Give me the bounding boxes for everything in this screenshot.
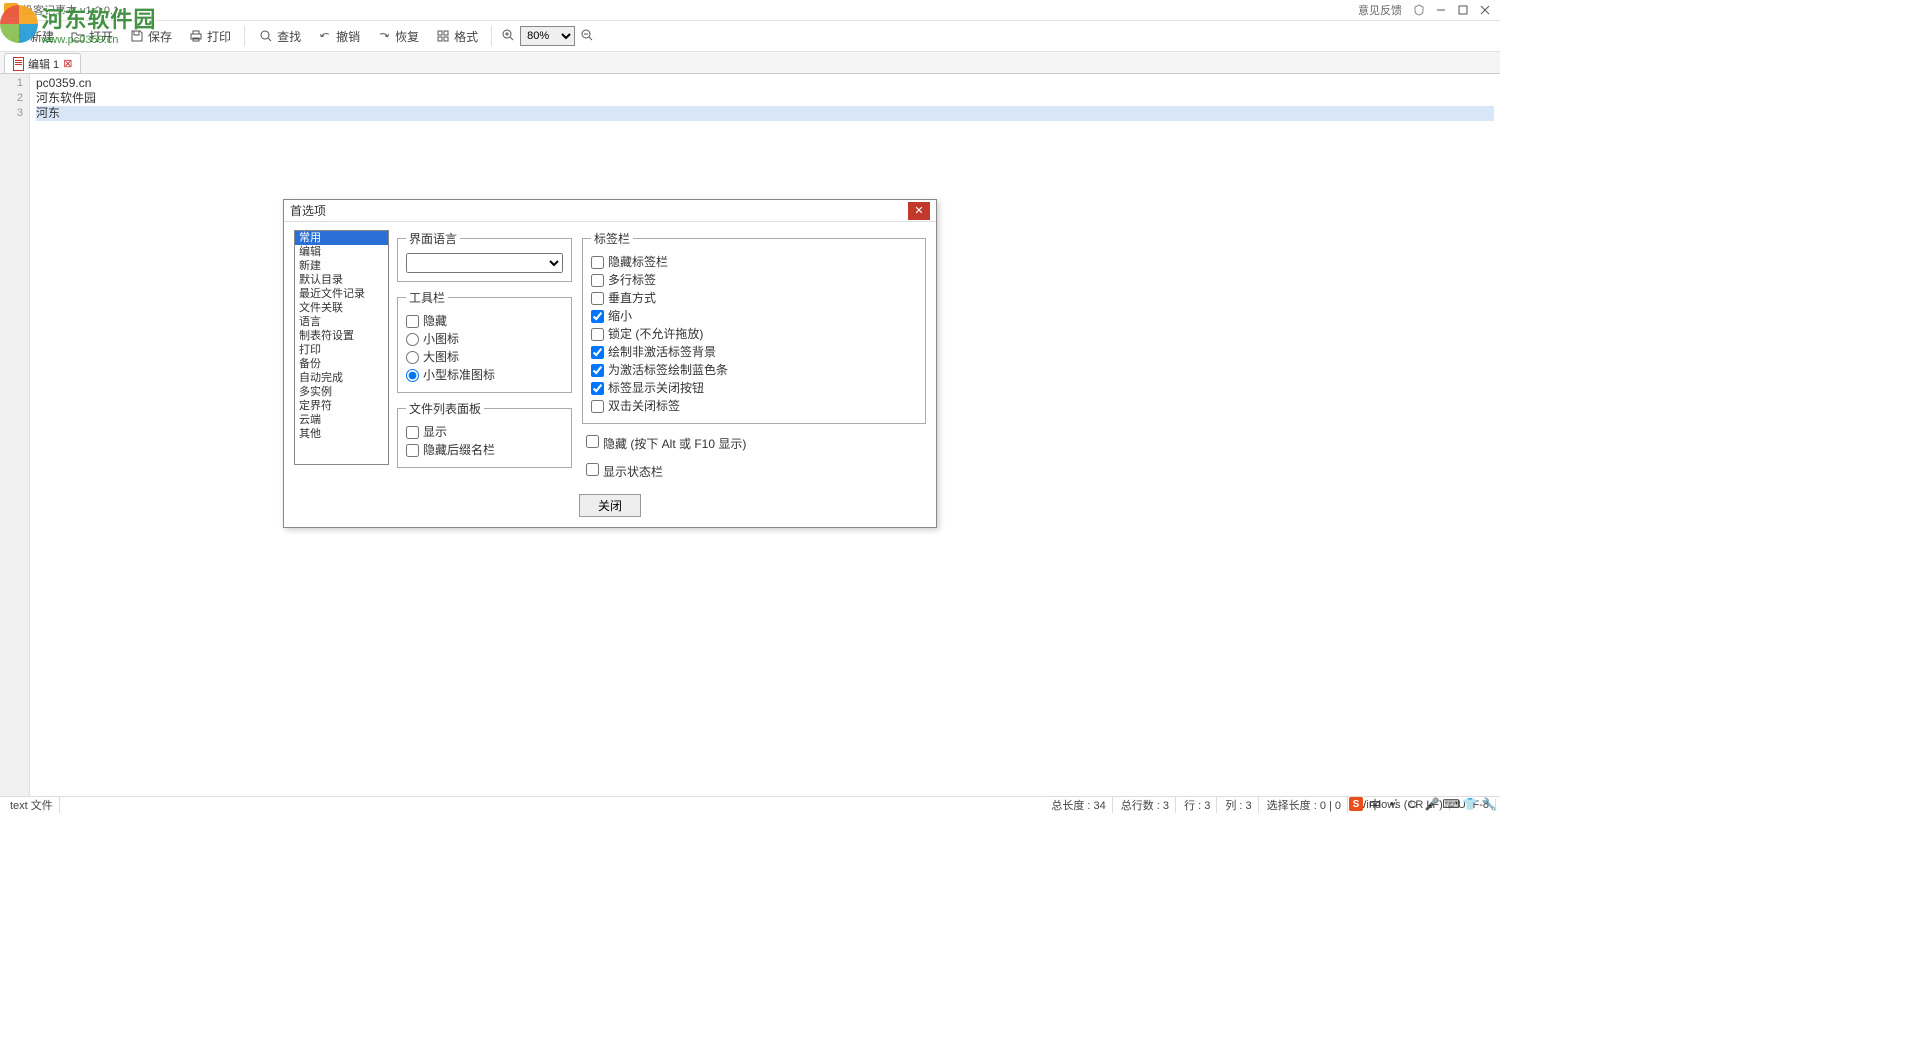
save-button[interactable]: 保存	[124, 25, 177, 48]
folder-icon	[70, 28, 86, 44]
category-item[interactable]: 新建	[295, 259, 388, 273]
category-item[interactable]: 制表符设置	[295, 329, 388, 343]
tray-icon[interactable]: 🎤	[1425, 797, 1439, 811]
tabbar-multiline-check[interactable]: 多行标签	[591, 271, 917, 289]
dialog-close-button[interactable]: ✕	[908, 202, 930, 220]
tray-icon[interactable]: ⌨	[1444, 797, 1458, 811]
hide-menu-check[interactable]: 隐藏 (按下 Alt 或 F10 显示)	[586, 435, 926, 452]
ui-language-select[interactable]	[406, 253, 563, 273]
category-item[interactable]: 多实例	[295, 385, 388, 399]
app-title: 极客记事本 v1.0.0.1	[22, 2, 119, 18]
tab-close-icon[interactable]: ⊠	[63, 57, 72, 70]
tabbar-drawinactive-check[interactable]: 绘制非激活标签背景	[591, 343, 917, 361]
category-item[interactable]: 备份	[295, 357, 388, 371]
toolbar-group: 工具栏 隐藏 小图标 大图标 小型标准图标	[397, 289, 572, 393]
dialog-close-footer-button[interactable]: 关闭	[579, 494, 641, 517]
open-button[interactable]: 打开	[65, 25, 118, 48]
redo-button[interactable]: 恢复	[371, 25, 424, 48]
filelist-show-check[interactable]: 显示	[406, 423, 563, 441]
preferences-dialog: 首选项 ✕ 常用编辑新建默认目录最近文件记录文件关联语言制表符设置打印备份自动完…	[283, 199, 937, 528]
category-item[interactable]: 云端	[295, 413, 388, 427]
tabbar-group: 标签栏 隐藏标签栏 多行标签 垂直方式 缩小 锁定 (不允许拖放) 绘制非激活标…	[582, 230, 926, 424]
line-gutter: 1 2 3	[0, 74, 30, 796]
tray-icon[interactable]: ☺	[1406, 797, 1420, 811]
tray-icon[interactable]: 👕	[1463, 797, 1477, 811]
category-item[interactable]: 打印	[295, 343, 388, 357]
minimize-button[interactable]	[1430, 1, 1452, 19]
plus-circle-icon	[11, 28, 27, 44]
category-item[interactable]: 常用	[295, 231, 388, 245]
tabbar-hide-check[interactable]: 隐藏标签栏	[591, 253, 917, 271]
status-total-lines: 总行数 : 3	[1115, 797, 1176, 813]
status-col: 列 : 3	[1219, 797, 1258, 813]
category-item[interactable]: 自动完成	[295, 371, 388, 385]
tray-icon[interactable]: 🔧	[1482, 797, 1496, 811]
category-item[interactable]: 其他	[295, 427, 388, 441]
statusbar: text 文件 总长度 : 34 总行数 : 3 行 : 3 列 : 3 选择长…	[0, 796, 1500, 812]
new-button[interactable]: 新建	[6, 25, 59, 48]
find-button[interactable]: 查找	[253, 25, 306, 48]
filelist-hideext-check[interactable]: 隐藏后缀名栏	[406, 441, 563, 459]
maximize-button[interactable]	[1452, 1, 1474, 19]
print-button[interactable]: 打印	[183, 25, 236, 48]
category-item[interactable]: 语言	[295, 315, 388, 329]
system-tray: S 中 •⁚ ☺ 🎤 ⌨ 👕 🔧	[1349, 796, 1496, 812]
category-item[interactable]: 最近文件记录	[295, 287, 388, 301]
tabbar-dblclose-check[interactable]: 双击关闭标签	[591, 397, 917, 415]
redo-icon	[376, 28, 392, 44]
grid-icon	[435, 28, 451, 44]
ime-icon[interactable]: S	[1349, 797, 1363, 811]
tray-icon[interactable]: •⁚	[1387, 797, 1401, 811]
tray-icon[interactable]: 中	[1368, 797, 1382, 811]
category-item[interactable]: 文件关联	[295, 301, 388, 315]
category-item[interactable]: 默认目录	[295, 273, 388, 287]
document-icon	[13, 57, 24, 71]
category-item[interactable]: 编辑	[295, 245, 388, 259]
zoom-in-icon[interactable]	[500, 27, 516, 46]
tabbar-vertical-check[interactable]: 垂直方式	[591, 289, 917, 307]
undo-icon	[317, 28, 333, 44]
shield-icon[interactable]	[1408, 1, 1430, 19]
zoom-select[interactable]: 80%	[520, 26, 575, 46]
save-icon	[129, 28, 145, 44]
search-icon	[258, 28, 274, 44]
tabbar: 编辑 1 ⊠	[0, 52, 1500, 74]
status-filetype: text 文件	[4, 797, 60, 813]
tabbar-blueactive-check[interactable]: 为激活标签绘制蓝色条	[591, 361, 917, 379]
dialog-title: 首选项	[290, 202, 326, 219]
toolbar-hide-check[interactable]: 隐藏	[406, 312, 563, 330]
app-icon	[4, 3, 18, 17]
category-item[interactable]: 定界符	[295, 399, 388, 413]
status-total-length: 总长度 : 34	[1045, 797, 1112, 813]
tabbar-shrink-check[interactable]: 缩小	[591, 307, 917, 325]
feedback-link[interactable]: 意见反馈	[1358, 2, 1402, 18]
close-button[interactable]	[1474, 1, 1496, 19]
toolbar-large-radio[interactable]: 大图标	[406, 348, 563, 366]
toolbar: 新建 打开 保存 打印 查找 撤销 恢复 格式 80%	[0, 20, 1500, 52]
toolbar-small-radio[interactable]: 小图标	[406, 330, 563, 348]
filelist-group: 文件列表面板 显示 隐藏后缀名栏	[397, 400, 572, 468]
zoom-out-icon[interactable]	[579, 27, 595, 46]
tabbar-lock-check[interactable]: 锁定 (不允许拖放)	[591, 325, 917, 343]
ui-language-group: 界面语言	[397, 230, 572, 282]
printer-icon	[188, 28, 204, 44]
tabbar-showclose-check[interactable]: 标签显示关闭按钮	[591, 379, 917, 397]
show-status-check[interactable]: 显示状态栏	[586, 463, 926, 480]
undo-button[interactable]: 撤销	[312, 25, 365, 48]
tab-edit-1[interactable]: 编辑 1 ⊠	[4, 53, 81, 73]
format-button[interactable]: 格式	[430, 25, 483, 48]
toolbar-smallstd-radio[interactable]: 小型标准图标	[406, 366, 563, 384]
status-row: 行 : 3	[1178, 797, 1217, 813]
status-selection: 选择长度 : 0 | 0	[1261, 797, 1348, 813]
category-list[interactable]: 常用编辑新建默认目录最近文件记录文件关联语言制表符设置打印备份自动完成多实例定界…	[294, 230, 389, 465]
